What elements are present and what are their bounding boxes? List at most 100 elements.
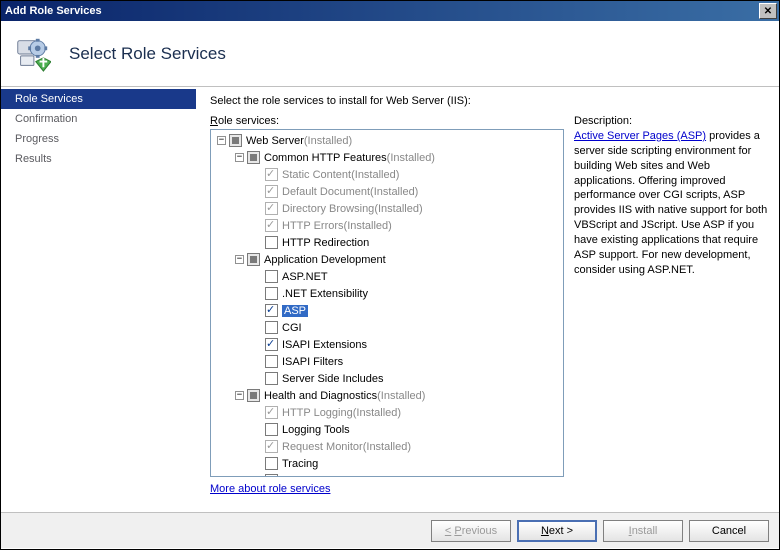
checkbox — [265, 440, 278, 453]
installed-suffix: (Installed) — [351, 169, 399, 181]
tree-row[interactable]: Directory Browsing (Installed) — [213, 200, 561, 217]
cancel-button[interactable]: Cancel — [689, 520, 769, 542]
checkbox[interactable] — [265, 372, 278, 385]
sidebar-item-role-services[interactable]: Role Services — [1, 89, 196, 109]
checkbox[interactable] — [265, 287, 278, 300]
tree-row[interactable]: .NET Extensibility — [213, 285, 561, 302]
checkbox[interactable] — [247, 151, 260, 164]
installed-suffix: (Installed) — [363, 441, 411, 453]
tree-row[interactable]: CGI — [213, 319, 561, 336]
checkbox — [265, 219, 278, 232]
tree-item-label[interactable]: Tracing — [282, 458, 318, 470]
description-body: provides a server side scripting environ… — [574, 130, 767, 276]
tree-row[interactable]: Default Document (Installed) — [213, 183, 561, 200]
checkbox — [265, 185, 278, 198]
tree-item-label[interactable]: Server Side Includes — [282, 373, 384, 385]
tree-item-label[interactable]: Application Development — [264, 254, 386, 266]
tree-row[interactable]: − Application Development — [213, 251, 561, 268]
description-link[interactable]: Active Server Pages (ASP) — [574, 130, 706, 142]
installed-suffix: (Installed) — [377, 390, 425, 402]
tree-row[interactable]: ASP.NET — [213, 268, 561, 285]
checkbox[interactable] — [265, 423, 278, 436]
tree-row[interactable]: ISAPI Filters — [213, 353, 561, 370]
checkbox[interactable] — [265, 457, 278, 470]
tree-item-label[interactable]: Directory Browsing — [282, 203, 374, 215]
tree-row[interactable]: Custom Logging — [213, 472, 561, 477]
tree-item-label[interactable]: Custom Logging — [282, 475, 362, 478]
description-text: Active Server Pages (ASP) provides a ser… — [574, 129, 769, 277]
tree-item-label[interactable]: .NET Extensibility — [282, 288, 368, 300]
tree-row[interactable]: Static Content (Installed) — [213, 166, 561, 183]
tree-item-label[interactable]: Logging Tools — [282, 424, 350, 436]
tree-item-label[interactable]: CGI — [282, 322, 302, 334]
tree-item-label[interactable]: Request Monitor — [282, 441, 363, 453]
tree-row[interactable]: − Web Server (Installed) — [213, 132, 561, 149]
tree-item-label[interactable]: Common HTTP Features — [264, 152, 387, 164]
titlebar[interactable]: Add Role Services ✕ — [1, 1, 779, 21]
installed-suffix: (Installed) — [387, 152, 435, 164]
more-about-link[interactable]: More about role services — [210, 483, 564, 495]
tree-item-label[interactable]: ASP.NET — [282, 271, 328, 283]
tree-item-label[interactable]: HTTP Errors — [282, 220, 344, 232]
install-button: Install — [603, 520, 683, 542]
tree-row[interactable]: Request Monitor (Installed) — [213, 438, 561, 455]
checkbox[interactable] — [265, 338, 278, 351]
checkbox[interactable] — [247, 389, 260, 402]
window-title: Add Role Services — [5, 5, 102, 17]
tree-row[interactable]: Server Side Includes — [213, 370, 561, 387]
tree-item-label[interactable]: ISAPI Extensions — [282, 339, 367, 351]
tree-row[interactable]: − Common HTTP Features (Installed) — [213, 149, 561, 166]
checkbox — [265, 202, 278, 215]
wizard-header: Select Role Services — [1, 21, 779, 87]
main-content: Select the role services to install for … — [196, 87, 779, 512]
tree-item-label[interactable]: Static Content — [282, 169, 351, 181]
wizard-steps-sidebar: Role Services Confirmation Progress Resu… — [1, 87, 196, 512]
checkbox[interactable] — [265, 236, 278, 249]
tree-row[interactable]: ASP — [213, 302, 561, 319]
tree-row[interactable]: HTTP Redirection — [213, 234, 561, 251]
description-label: Description: — [574, 115, 769, 127]
checkbox[interactable] — [265, 355, 278, 368]
installed-suffix: (Installed) — [374, 203, 422, 215]
collapse-icon[interactable]: − — [235, 391, 244, 400]
tree-row[interactable]: ISAPI Extensions — [213, 336, 561, 353]
installed-suffix: (Installed) — [344, 220, 392, 232]
tree-item-label[interactable]: Health and Diagnostics — [264, 390, 377, 402]
close-icon[interactable]: ✕ — [759, 3, 777, 19]
checkbox — [265, 168, 278, 181]
sidebar-item-results[interactable]: Results — [1, 149, 196, 169]
tree-row[interactable]: Logging Tools — [213, 421, 561, 438]
sidebar-item-progress[interactable]: Progress — [1, 129, 196, 149]
installed-suffix: (Installed) — [370, 186, 418, 198]
tree-item-label[interactable]: ISAPI Filters — [282, 356, 343, 368]
next-button[interactable]: Next > — [517, 520, 597, 542]
server-role-icon — [13, 35, 51, 73]
collapse-icon[interactable]: − — [235, 255, 244, 264]
tree-item-label[interactable]: HTTP Redirection — [282, 237, 369, 249]
tree-item-label[interactable]: Web Server — [246, 135, 304, 147]
tree-item-label[interactable]: Default Document — [282, 186, 370, 198]
checkbox[interactable] — [265, 321, 278, 334]
checkbox[interactable] — [247, 253, 260, 266]
installed-suffix: (Installed) — [304, 135, 352, 147]
checkbox[interactable] — [265, 474, 278, 477]
tree-label: Role services: — [210, 115, 564, 127]
collapse-icon[interactable]: − — [235, 153, 244, 162]
role-services-tree[interactable]: −Web Server (Installed)−Common HTTP Feat… — [210, 129, 564, 477]
wizard-footer: < Previous Next > Install Cancel — [1, 512, 779, 548]
tree-item-label[interactable]: ASP — [282, 305, 308, 317]
collapse-icon[interactable]: − — [217, 136, 226, 145]
tree-row[interactable]: − Health and Diagnostics (Installed) — [213, 387, 561, 404]
tree-row[interactable]: Tracing — [213, 455, 561, 472]
instruction-text: Select the role services to install for … — [210, 95, 769, 107]
page-title: Select Role Services — [69, 44, 226, 64]
previous-button: < Previous — [431, 520, 511, 542]
sidebar-item-confirmation[interactable]: Confirmation — [1, 109, 196, 129]
tree-row[interactable]: HTTP Logging (Installed) — [213, 404, 561, 421]
tree-row[interactable]: HTTP Errors (Installed) — [213, 217, 561, 234]
checkbox[interactable] — [229, 134, 242, 147]
checkbox[interactable] — [265, 270, 278, 283]
tree-item-label[interactable]: HTTP Logging — [282, 407, 353, 419]
installed-suffix: (Installed) — [353, 407, 401, 419]
checkbox[interactable] — [265, 304, 278, 317]
